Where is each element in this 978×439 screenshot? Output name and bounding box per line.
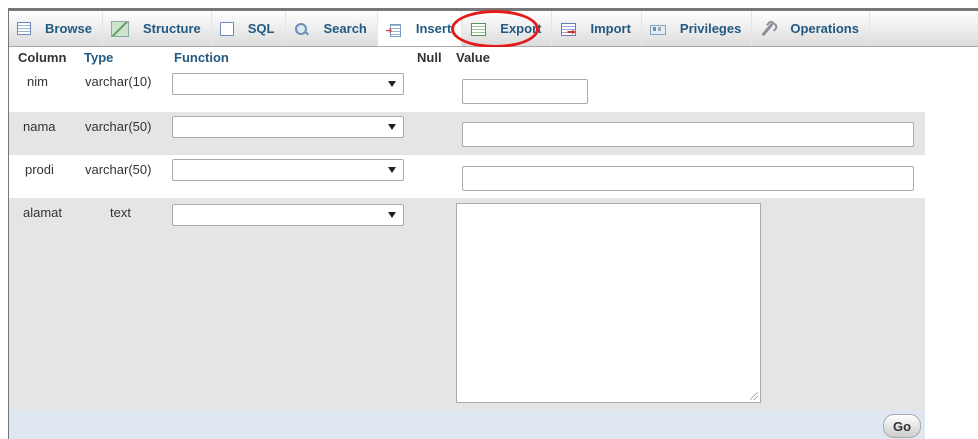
tab-structure[interactable]: Structure [103, 11, 212, 46]
import-icon [560, 22, 577, 36]
tab-label: Insert [415, 21, 452, 36]
sql-icon [219, 21, 234, 36]
column-type: varchar(50) [85, 119, 152, 134]
value-input[interactable] [462, 122, 914, 147]
dropdown-arrow-icon [388, 124, 396, 130]
column-name: prodi [25, 162, 54, 177]
table-row: nim varchar(10) [9, 67, 925, 112]
tab-label: SQL [247, 21, 275, 36]
tab-insert[interactable]: Insert [377, 11, 463, 46]
function-select[interactable] [172, 204, 404, 226]
tab-sql[interactable]: SQL [212, 11, 286, 46]
tab-import[interactable]: Import [552, 11, 642, 46]
function-select[interactable] [172, 73, 404, 95]
tab-search[interactable]: Search [286, 11, 378, 46]
insert-icon [385, 21, 402, 37]
tab-label: Privileges [679, 21, 742, 36]
tab-operations[interactable]: Operations [752, 11, 870, 46]
insert-table-header: Column Type Function Null Value [9, 47, 925, 67]
header-null: Null [417, 50, 442, 65]
operations-icon [760, 22, 776, 36]
header-type[interactable]: Type [84, 50, 113, 65]
dropdown-arrow-icon [388, 212, 396, 218]
tab-bar: Browse Structure SQL Search Insert Expor… [9, 11, 978, 47]
header-value: Value [456, 50, 490, 65]
tab-label: Search [323, 21, 367, 36]
tab-label: Browse [45, 21, 92, 36]
column-name: nama [23, 119, 56, 134]
function-select[interactable] [172, 116, 404, 138]
tab-export[interactable]: Export [462, 11, 553, 46]
column-type: varchar(10) [85, 74, 152, 89]
export-icon [470, 22, 487, 36]
search-icon [294, 22, 310, 36]
browse-icon [17, 22, 31, 35]
function-select[interactable] [172, 159, 404, 181]
column-name: alamat [23, 205, 63, 220]
column-type: varchar(50) [85, 162, 152, 177]
table-row: prodi varchar(50) [9, 155, 925, 198]
table-row: alamat text [9, 198, 925, 410]
table-row: nama varchar(50) [9, 112, 925, 155]
tab-label: Operations [790, 21, 859, 36]
privileges-icon [649, 22, 666, 36]
value-input[interactable] [462, 166, 914, 191]
value-textarea[interactable] [456, 203, 761, 403]
value-input[interactable] [462, 79, 588, 104]
resize-grip-icon[interactable] [750, 392, 758, 400]
dropdown-arrow-icon [388, 167, 396, 173]
column-name: nim [27, 74, 48, 89]
tab-privileges[interactable]: Privileges [642, 11, 753, 46]
tab-browse[interactable]: Browse [9, 11, 103, 46]
go-button[interactable]: Go [883, 414, 921, 438]
form-footer: Go [9, 410, 925, 439]
tab-label: Export [500, 21, 542, 36]
tab-label: Structure [142, 21, 201, 36]
tab-label: Import [590, 21, 631, 36]
dropdown-arrow-icon [388, 81, 396, 87]
structure-icon [110, 20, 129, 37]
header-function[interactable]: Function [174, 50, 229, 65]
column-type: text [110, 205, 131, 220]
header-column: Column [18, 50, 67, 65]
